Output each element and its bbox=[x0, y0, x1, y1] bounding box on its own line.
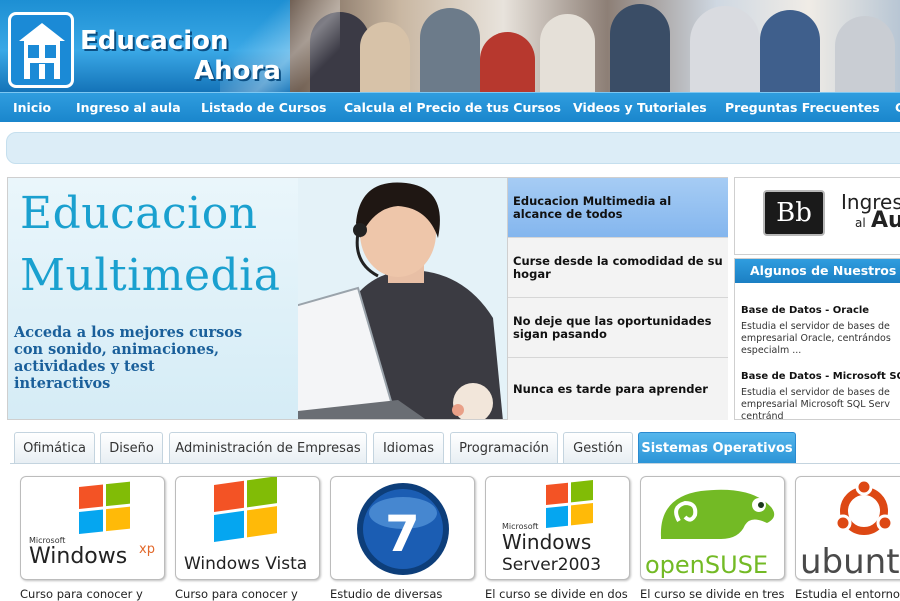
opensuse-logo-icon[interactable]: openSUSE bbox=[640, 476, 785, 580]
slide-item-3[interactable]: No deje que las oportunidades sigan pasa… bbox=[508, 298, 728, 358]
tabs-divider bbox=[10, 463, 900, 464]
nav-ingreso-aula[interactable]: Ingreso al aula bbox=[76, 93, 181, 122]
nav-videos-tutoriales[interactable]: Videos y Tutoriales bbox=[573, 93, 707, 122]
featured-courses-panel: Algunos de Nuestros Base de Datos - Orac… bbox=[734, 258, 900, 420]
nav-preguntas-frecuentes[interactable]: Preguntas Frecuentes bbox=[725, 93, 880, 122]
course-desc-2: Estudia el servidor de bases de empresar… bbox=[741, 387, 890, 420]
svg-text:Windows: Windows bbox=[502, 530, 591, 554]
nav-inicio[interactable]: Inicio bbox=[13, 93, 51, 122]
site-logo[interactable]: Educacion Ahora bbox=[80, 10, 290, 90]
slide-item-2[interactable]: Curse desde la comodidad de su hogar bbox=[508, 238, 728, 298]
windows-7-logo-icon[interactable]: 7 bbox=[330, 476, 475, 580]
site-header: Educacion Ahora bbox=[0, 0, 900, 92]
course-title-2[interactable]: Base de Datos - Microsoft SQL S bbox=[741, 371, 900, 382]
category-tabs: Ofimática Diseño Administración de Empre… bbox=[0, 432, 900, 464]
search-band bbox=[6, 132, 900, 164]
header-photo-banner bbox=[290, 0, 900, 92]
ubuntu-logo-icon[interactable]: ubunt bbox=[795, 476, 900, 580]
svg-text:xp: xp bbox=[139, 542, 155, 557]
svg-text:openSUSE: openSUSE bbox=[645, 551, 768, 579]
os-card-text-3: Estudio de diversas bbox=[330, 587, 443, 601]
nav-listado-cursos[interactable]: Listado de Cursos bbox=[201, 93, 326, 122]
os-card-text-2: Curso para conocer y bbox=[175, 587, 298, 601]
nav-item-truncated[interactable]: C bbox=[895, 93, 900, 122]
tab-idiomas[interactable]: Idiomas bbox=[373, 432, 444, 464]
course-desc-1: Estudia el servidor de bases de empresar… bbox=[741, 321, 891, 356]
aula-text-2: al bbox=[855, 216, 866, 230]
slide-item-1[interactable]: Educacion Multimedia al alcance de todos bbox=[508, 178, 728, 238]
hero-subtitle: Acceda a los mejores cursos con sonido, … bbox=[14, 324, 243, 392]
svg-text:Windows Vista: Windows Vista bbox=[184, 554, 307, 574]
os-card-text-1: Curso para conocer y bbox=[20, 587, 143, 601]
logo-text-line1: Educacion bbox=[80, 26, 229, 56]
os-card-text-5: El curso se divide en tres bbox=[640, 587, 785, 601]
tab-sistemas-operativos[interactable]: Sistemas Operativos bbox=[638, 432, 796, 464]
hero-title-line2: Multimedia bbox=[20, 250, 281, 301]
featured-courses-header: Algunos de Nuestros bbox=[735, 259, 900, 283]
logo-icon[interactable] bbox=[8, 12, 74, 88]
hero-slide-list: Educacion Multimedia al alcance de todos… bbox=[508, 177, 728, 420]
windows-vista-logo-icon[interactable]: Windows Vista bbox=[175, 476, 320, 580]
slide-item-4[interactable]: Nunca es tarde para aprender bbox=[508, 358, 728, 420]
windows-xp-logo-icon[interactable]: Microsoft Windows xp bbox=[20, 476, 165, 580]
windows-server-2003-logo-icon[interactable]: Microsoft Windows Server2003 bbox=[485, 476, 630, 580]
blackboard-logo-text: Bb bbox=[776, 198, 812, 228]
course-title-1[interactable]: Base de Datos - Oracle bbox=[741, 305, 869, 316]
tab-administracion-empresas[interactable]: Administración de Empresas bbox=[169, 432, 367, 464]
logo-text-line2: Ahora bbox=[194, 56, 281, 86]
hero-person-image bbox=[298, 178, 507, 419]
svg-text:Server2003: Server2003 bbox=[502, 555, 601, 575]
aula-login-banner[interactable]: Bb Ingres al Au bbox=[734, 177, 900, 255]
tab-gestion[interactable]: Gestión bbox=[563, 432, 633, 464]
tab-ofimatica[interactable]: Ofimática bbox=[14, 432, 95, 464]
tab-diseno[interactable]: Diseño bbox=[100, 432, 163, 464]
hero-banner[interactable]: Educacion Multimedia Acceda a los mejore… bbox=[7, 177, 508, 420]
nav-calcula-precio[interactable]: Calcula el Precio de tus Cursos bbox=[344, 93, 561, 122]
tab-programacion[interactable]: Programación bbox=[450, 432, 558, 464]
blackboard-logo-icon: Bb bbox=[763, 190, 825, 236]
aula-text-3: Au bbox=[871, 208, 900, 233]
main-nav: Inicio Ingreso al aula Listado de Cursos… bbox=[0, 92, 900, 122]
os-card-text-4: El curso se divide en dos bbox=[485, 587, 628, 601]
hero-title-line1: Educacion bbox=[20, 188, 258, 239]
svg-text:ubunt: ubunt bbox=[800, 542, 900, 580]
svg-text:7: 7 bbox=[385, 505, 420, 563]
os-card-text-6: Estudia el entorno bbox=[795, 587, 900, 601]
svg-text:Windows: Windows bbox=[29, 544, 127, 569]
